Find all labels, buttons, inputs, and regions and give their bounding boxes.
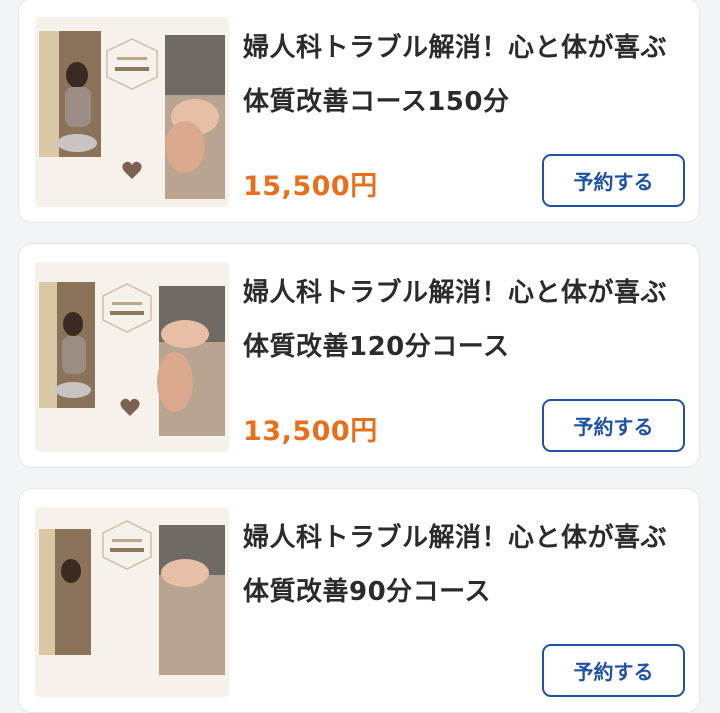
- reserve-button[interactable]: 予約する: [542, 644, 685, 697]
- course-title-line: 体質改善コース150分: [243, 87, 510, 117]
- reserve-button[interactable]: 予約する: [542, 399, 685, 452]
- course-list: 婦人科トラブル解消！心と体が喜ぶ 体質改善コース150分 15,500円 予約す…: [0, 0, 720, 713]
- course-title-line: 体質改善120分コース: [243, 332, 510, 362]
- course-card[interactable]: 婦人科トラブル解消！心と体が喜ぶ 体質改善90分コース 予約する: [18, 488, 700, 713]
- course-title-line: 婦人科トラブル解消！心と体が喜ぶ: [243, 523, 668, 553]
- course-title: 婦人科トラブル解消！心と体が喜ぶ 体質改善90分コース: [243, 511, 693, 619]
- salon-photo-left: [39, 282, 95, 408]
- salon-photo-left: [39, 31, 101, 157]
- course-title-line: 婦人科トラブル解消！心と体が喜ぶ: [243, 33, 668, 63]
- course-price: 15,500円: [243, 171, 378, 202]
- course-card[interactable]: 婦人科トラブル解消！心と体が喜ぶ 体質改善120分コース 13,500円 予約す…: [18, 243, 700, 468]
- course-thumbnail[interactable]: [35, 262, 229, 452]
- salon-photo-right: [165, 35, 225, 199]
- course-title-line: 体質改善90分コース: [243, 577, 491, 607]
- course-title-line: 婦人科トラブル解消！心と体が喜ぶ: [243, 278, 668, 308]
- reserve-button[interactable]: 予約する: [542, 154, 685, 207]
- salon-photo-left: [39, 529, 91, 655]
- course-thumbnail[interactable]: [35, 17, 229, 207]
- salon-photo-right: [159, 525, 225, 675]
- course-title: 婦人科トラブル解消！心と体が喜ぶ 体質改善コース150分: [243, 21, 693, 129]
- course-thumbnail[interactable]: [35, 507, 229, 697]
- course-card[interactable]: 婦人科トラブル解消！心と体が喜ぶ 体質改善コース150分 15,500円 予約す…: [18, 0, 700, 223]
- course-price: 13,500円: [243, 416, 378, 447]
- course-title: 婦人科トラブル解消！心と体が喜ぶ 体質改善120分コース: [243, 266, 693, 374]
- salon-photo-right: [157, 286, 225, 436]
